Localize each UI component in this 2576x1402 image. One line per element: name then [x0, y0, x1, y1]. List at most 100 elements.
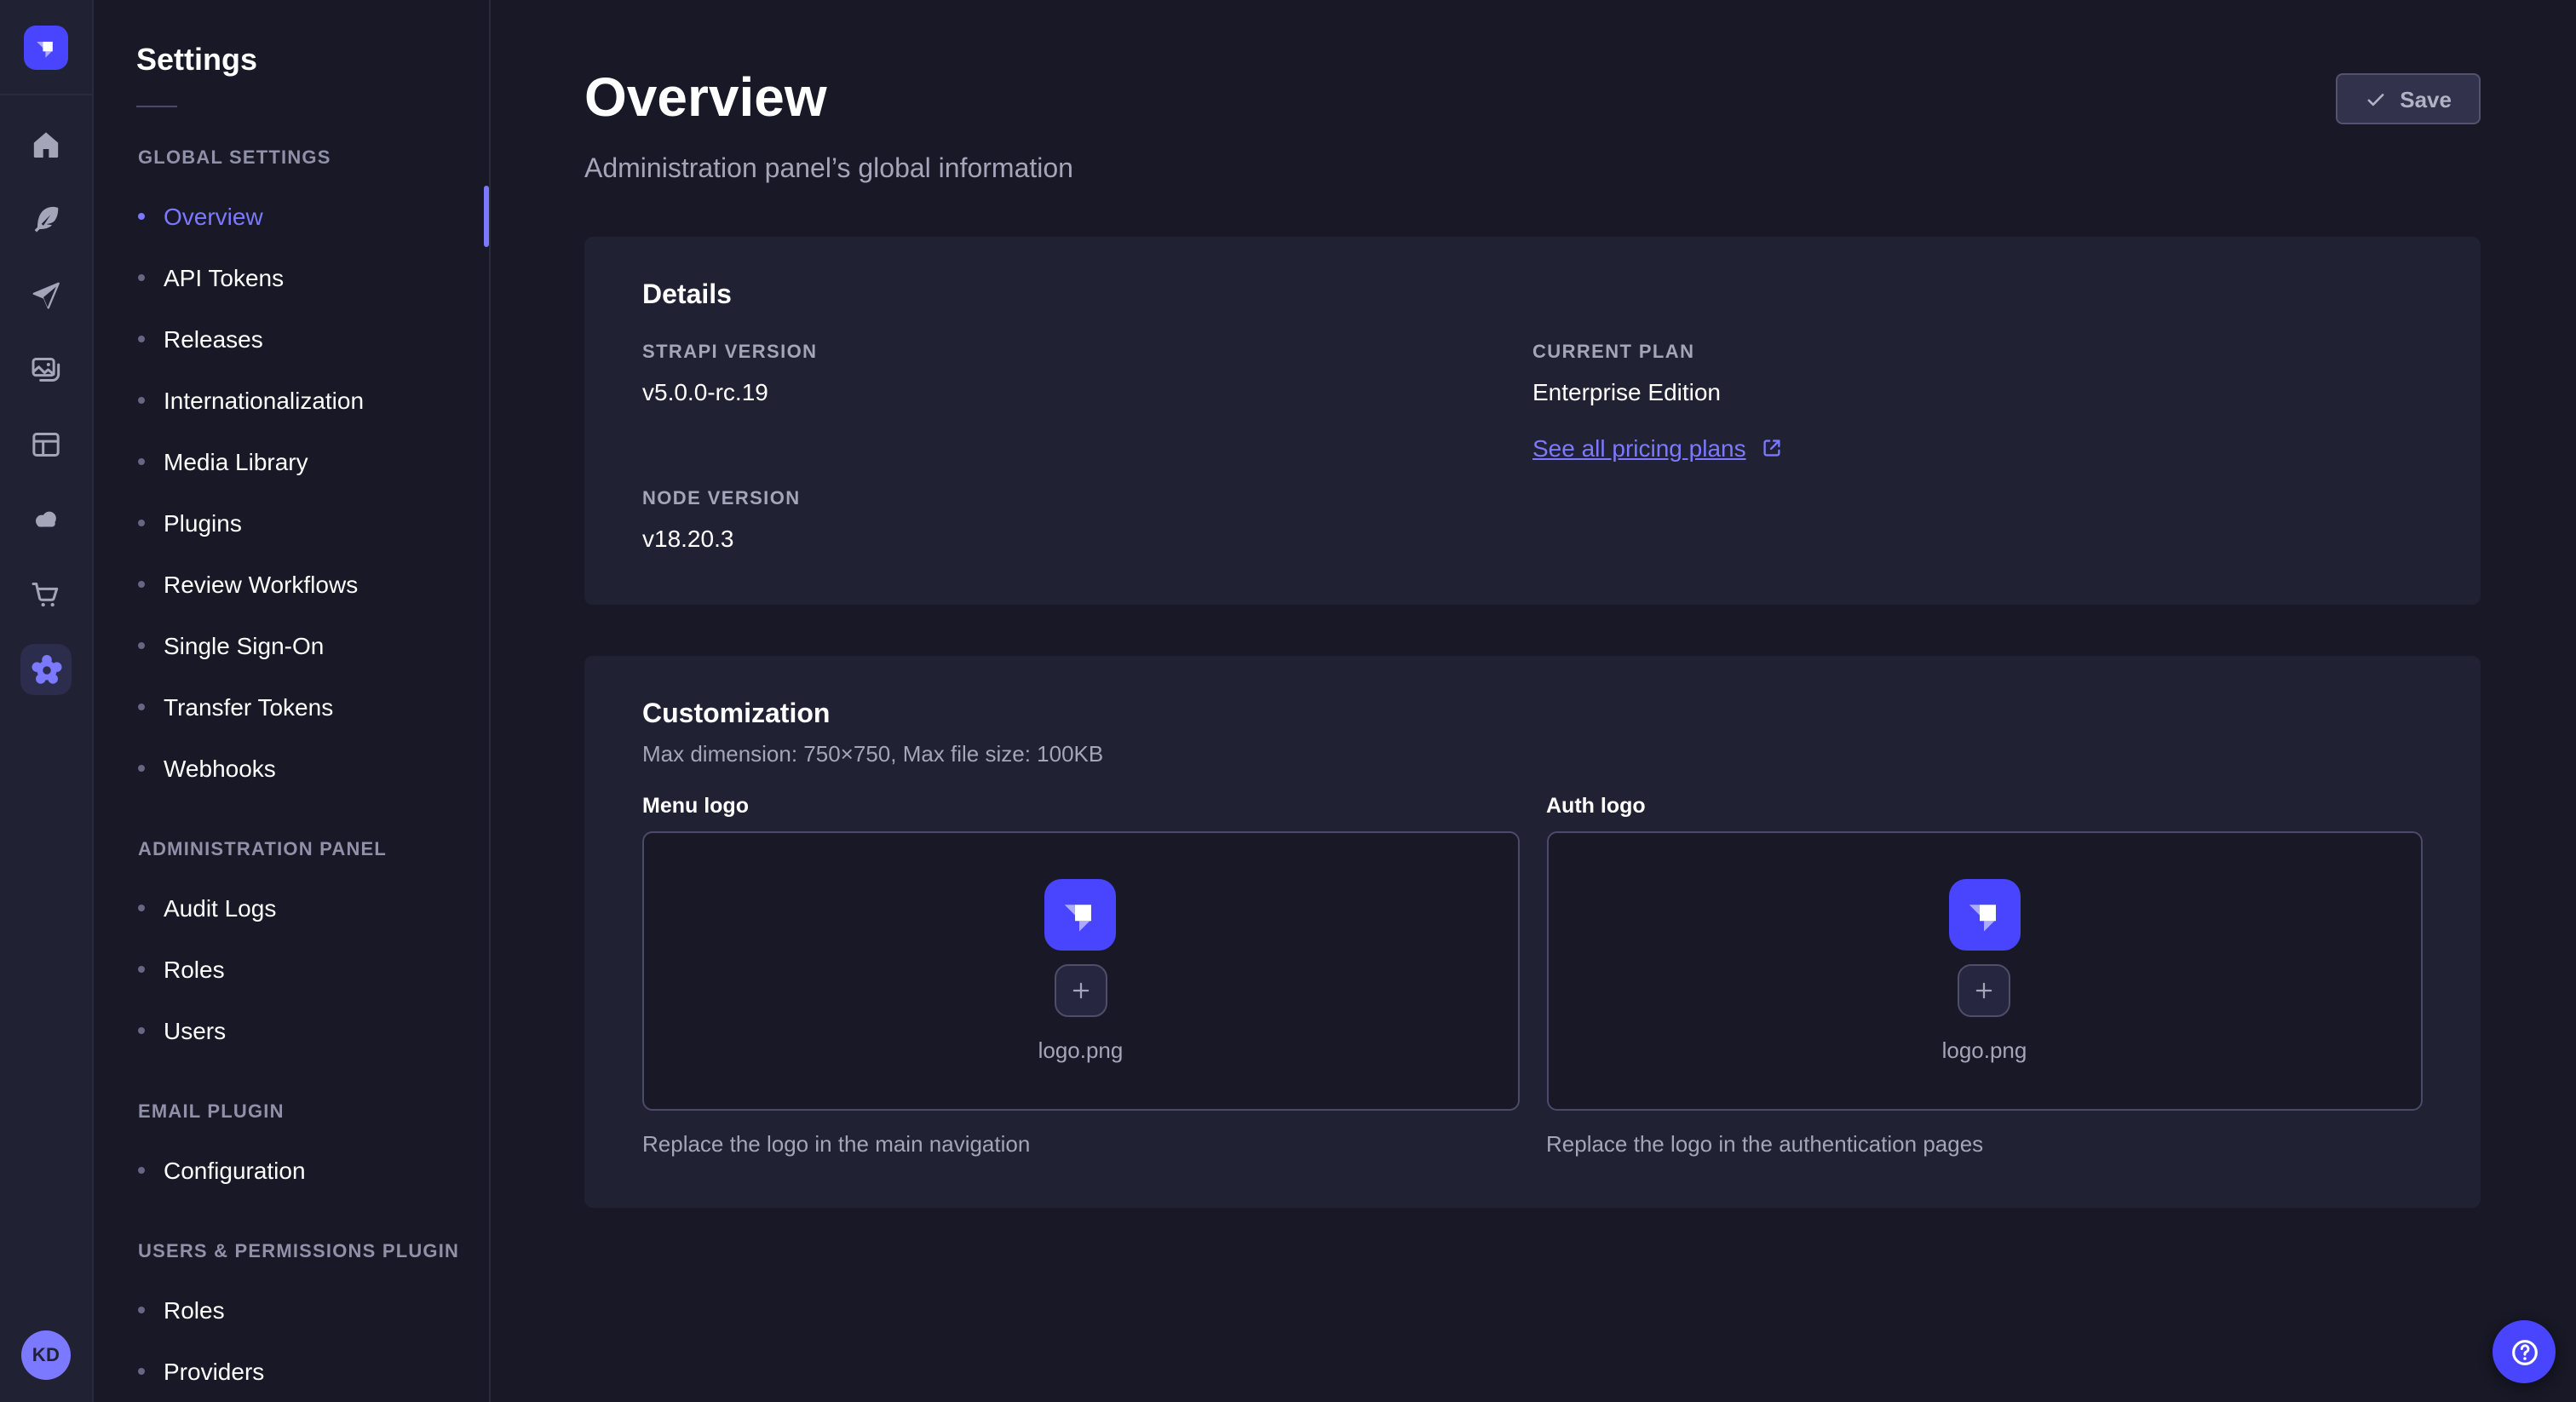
bullet-icon [138, 458, 145, 465]
bullet-icon [138, 520, 145, 526]
sidebar-item-admin-roles[interactable]: Roles [94, 939, 489, 1000]
media-library-icon [29, 353, 63, 387]
section-users-permissions-plugin: USERS & PERMISSIONS PLUGIN Roles Provide… [94, 1238, 489, 1402]
sidebar-item-transfer-tokens[interactable]: Transfer Tokens [94, 676, 489, 738]
sidebar-item-webhooks[interactable]: Webhooks [94, 738, 489, 799]
layout-icon [29, 428, 63, 462]
bullet-icon [138, 642, 145, 649]
details-card: Details STRAPI VERSION v5.0.0-rc.19 NODE… [584, 237, 2481, 605]
nav-marketplace[interactable] [20, 569, 72, 620]
details-heading: Details [642, 281, 2423, 312]
auth-logo-upload-box[interactable]: logo.png [1546, 831, 2423, 1111]
bullet-icon [138, 1307, 145, 1313]
settings-subnav: Settings GLOBAL SETTINGS Overview API To… [94, 0, 491, 1402]
section-global-settings: GLOBAL SETTINGS Overview API Tokens Rele… [94, 145, 489, 799]
field-value: Enterprise Edition [1532, 378, 2423, 407]
user-avatar[interactable]: KD [21, 1330, 71, 1380]
bullet-icon [138, 1167, 145, 1174]
sidebar-item-releases[interactable]: Releases [94, 308, 489, 370]
section-email-plugin: EMAIL PLUGIN Configuration [94, 1099, 489, 1201]
page-subtitle: Administration panel’s global informatio… [584, 153, 1073, 186]
bullet-icon [138, 1027, 145, 1034]
cloud-icon [29, 503, 63, 537]
pricing-link-label: See all pricing plans [1532, 434, 1746, 462]
menu-logo-field: Menu logo [642, 794, 1519, 1157]
section-header: ADMINISTRATION PANEL [94, 836, 489, 864]
sidebar-item-email-configuration[interactable]: Configuration [94, 1140, 489, 1201]
auth-logo-field: Auth logo [1546, 794, 2423, 1157]
nav-content-type-builder[interactable] [20, 194, 72, 245]
section-header: EMAIL PLUGIN [94, 1099, 489, 1126]
external-link-icon [1760, 436, 1784, 460]
sidebar-item-audit-logs[interactable]: Audit Logs [94, 877, 489, 939]
plus-icon [1972, 978, 1998, 1003]
strapi-version-field: STRAPI VERSION v5.0.0-rc.19 [642, 342, 1532, 407]
question-mark-icon [2507, 1335, 2541, 1369]
main-nav-rail: KD [0, 0, 94, 1402]
menu-logo-upload-box[interactable]: logo.png [642, 831, 1519, 1111]
sidebar-item-api-tokens[interactable]: API Tokens [94, 247, 489, 308]
sidebar-item-review-workflows[interactable]: Review Workflows [94, 554, 489, 615]
sidebar-item-label: Providers [164, 1358, 264, 1385]
bullet-icon [138, 581, 145, 588]
help-button[interactable] [2493, 1320, 2556, 1383]
upload-filename: logo.png [1942, 1037, 2027, 1063]
node-version-field: NODE VERSION v18.20.3 [642, 489, 1532, 554]
field-label: NODE VERSION [642, 489, 1532, 511]
customization-heading: Customization [642, 700, 2423, 731]
sidebar-item-media-library[interactable]: Media Library [94, 431, 489, 492]
sidebar-item-up-roles[interactable]: Roles [94, 1279, 489, 1341]
sidebar-item-label: Configuration [164, 1157, 306, 1184]
sidebar-item-label: Media Library [164, 448, 308, 475]
bullet-icon [138, 213, 145, 220]
section-header: USERS & PERMISSIONS PLUGIN [94, 1238, 489, 1266]
nav-settings[interactable] [20, 644, 72, 695]
feather-icon [29, 203, 63, 237]
upload-caption: Replace the logo in the authentication p… [1546, 1131, 2423, 1157]
nav-content-manager[interactable] [20, 419, 72, 470]
pricing-plans-link[interactable]: See all pricing plans [1532, 434, 1784, 462]
section-administration-panel: ADMINISTRATION PANEL Audit Logs Roles Us… [94, 836, 489, 1061]
bullet-icon [138, 336, 145, 342]
sidebar-item-label: Overview [164, 203, 263, 230]
customization-subheading: Max dimension: 750×750, Max file size: 1… [642, 741, 2423, 767]
section-header: GLOBAL SETTINGS [94, 145, 489, 172]
sidebar-item-label: Single Sign-On [164, 632, 324, 659]
nav-cloud[interactable] [20, 494, 72, 545]
sidebar-item-label: Roles [164, 1296, 225, 1324]
nav-icon-list [0, 119, 92, 695]
check-icon [2364, 88, 2386, 110]
workspace-logo-wrap[interactable] [0, 0, 92, 95]
save-button-label: Save [2400, 86, 2452, 112]
sidebar-item-overview[interactable]: Overview [94, 186, 489, 247]
sidebar-item-up-providers[interactable]: Providers [94, 1341, 489, 1402]
strapi-logo [1045, 879, 1117, 951]
sidebar-item-label: Roles [164, 956, 225, 983]
nav-releases[interactable] [20, 269, 72, 320]
gear-icon [28, 652, 64, 687]
strapi-logo [1949, 879, 2021, 951]
nav-media-library[interactable] [20, 344, 72, 395]
sidebar-item-label: Webhooks [164, 755, 276, 782]
paper-plane-icon [29, 278, 63, 312]
subnav-title: Settings [136, 39, 489, 80]
sidebar-item-plugins[interactable]: Plugins [94, 492, 489, 554]
add-logo-button[interactable] [1958, 964, 2011, 1017]
sidebar-item-label: Releases [164, 325, 263, 353]
bullet-icon [138, 765, 145, 772]
sidebar-item-label: Users [164, 1017, 226, 1044]
subnav-divider [136, 106, 177, 107]
sidebar-item-label: Audit Logs [164, 894, 276, 922]
sidebar-item-label: Internationalization [164, 387, 364, 414]
sidebar-item-label: Transfer Tokens [164, 693, 333, 721]
sidebar-item-label: Review Workflows [164, 571, 358, 598]
sidebar-item-internationalization[interactable]: Internationalization [94, 370, 489, 431]
save-button[interactable]: Save [2335, 73, 2481, 124]
bullet-icon [138, 905, 145, 911]
sidebar-item-admin-users[interactable]: Users [94, 1000, 489, 1061]
add-logo-button[interactable] [1055, 964, 1107, 1017]
bullet-icon [138, 1368, 145, 1375]
upload-label: Menu logo [642, 794, 1519, 819]
sidebar-item-single-sign-on[interactable]: Single Sign-On [94, 615, 489, 676]
nav-home[interactable] [20, 119, 72, 170]
